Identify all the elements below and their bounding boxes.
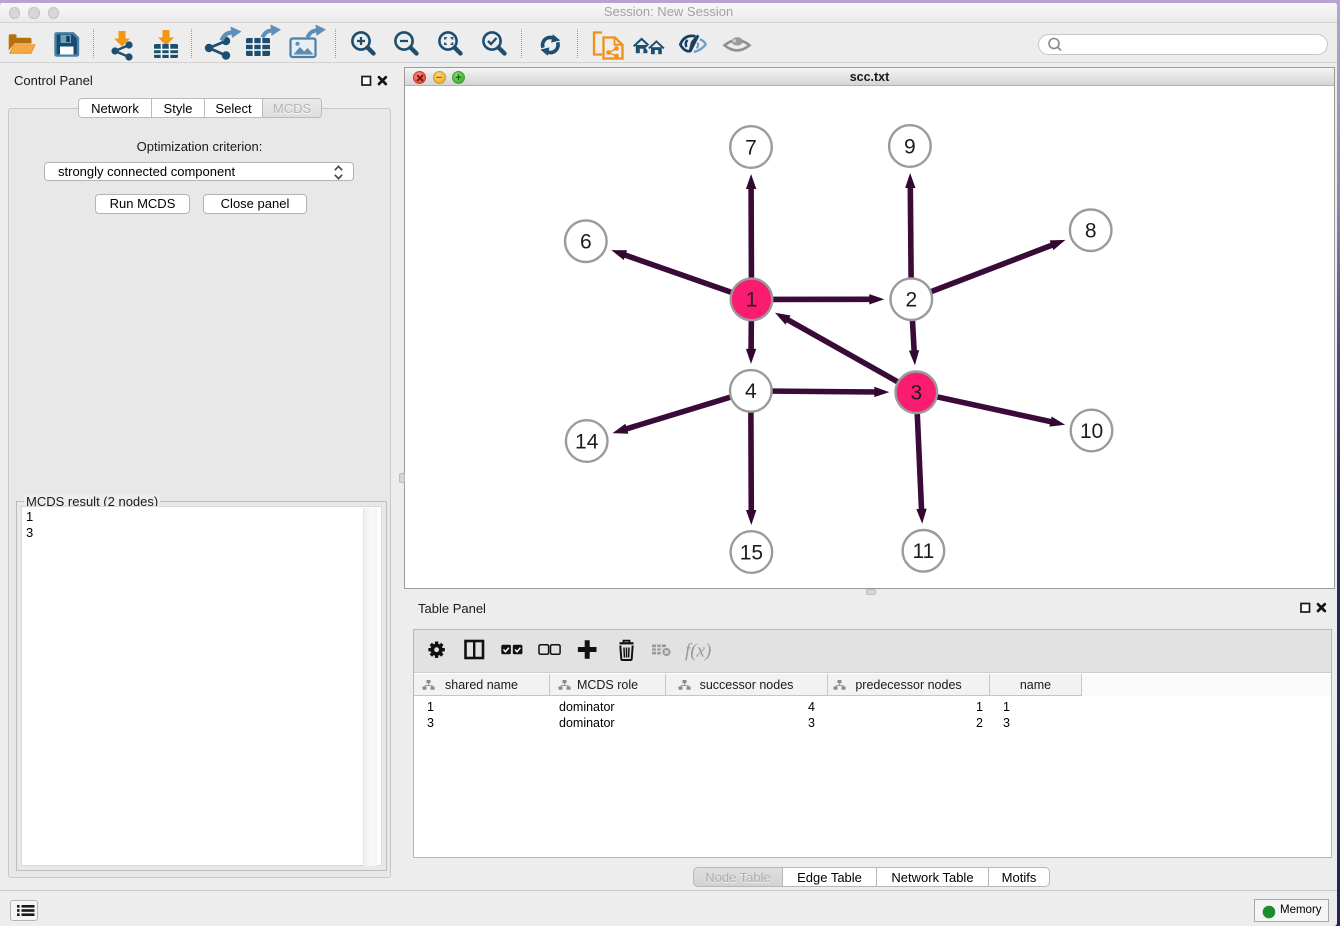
svg-text:8: 8 <box>1085 220 1097 243</box>
svg-text:7: 7 <box>745 136 757 159</box>
svg-text:14: 14 <box>575 430 599 453</box>
svg-text:1: 1 <box>746 289 758 312</box>
svg-text:f(x): f(x) <box>685 641 711 662</box>
svg-text:3: 3 <box>910 382 922 405</box>
svg-text:9: 9 <box>904 135 916 158</box>
svg-text:10: 10 <box>1080 420 1103 443</box>
svg-text:6: 6 <box>580 231 592 254</box>
svg-text:2: 2 <box>905 289 917 312</box>
svg-text:15: 15 <box>740 541 763 564</box>
svg-text:4: 4 <box>745 380 757 403</box>
svg-text:11: 11 <box>912 540 934 563</box>
